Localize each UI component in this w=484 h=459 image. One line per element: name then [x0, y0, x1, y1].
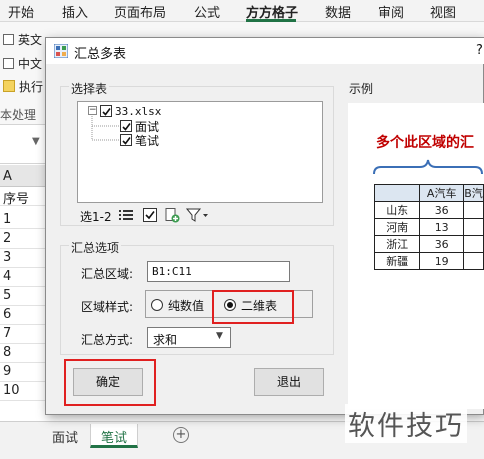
example-cell: 13: [419, 218, 464, 236]
checkbox-sheet-written[interactable]: [120, 134, 132, 146]
example-table: A汽车 B汽 山东 36 河南 13 浙江 36 新疆 19: [373, 184, 484, 270]
tree-sheet-written[interactable]: 笔试: [135, 132, 159, 149]
example-cell: [463, 201, 484, 219]
checkbox-file[interactable]: [100, 105, 112, 117]
radio-plain-values[interactable]: [151, 299, 163, 311]
spreadsheet-grid: A 序号 1 2 3 4 5 6 7 8 9 10: [0, 165, 46, 420]
example-cell: 19: [419, 252, 464, 270]
row-divider: [0, 286, 46, 287]
highlight-2d-table: [212, 290, 294, 324]
example-cell: 36: [419, 235, 464, 253]
grid-cell[interactable]: 9: [3, 364, 11, 379]
grid-cell[interactable]: 8: [3, 345, 11, 360]
filter-icon[interactable]: [186, 207, 210, 223]
method-select[interactable]: 求和 ▼: [147, 327, 231, 348]
exit-button[interactable]: 退出: [254, 368, 324, 396]
row-divider: [0, 362, 46, 363]
tab-view[interactable]: 视图: [430, 2, 456, 21]
ribbon-execute-button[interactable]: 执行: [3, 78, 43, 95]
watermark: 软件技巧: [345, 404, 467, 443]
dialog-titlebar: 汇总多表 ?: [46, 38, 484, 64]
grid-cell[interactable]: 6: [3, 307, 11, 322]
tab-data[interactable]: 数据: [325, 2, 351, 21]
highlight-ok-button: [64, 359, 156, 406]
checkbox-icon: [3, 58, 14, 69]
example-header-cell: B汽: [463, 184, 484, 202]
grid-cell[interactable]: 3: [3, 250, 11, 265]
chevron-down-icon: ▼: [216, 331, 223, 341]
tree-file-name[interactable]: 33.xlsx: [115, 105, 161, 118]
brace-icon: [373, 159, 483, 175]
ribbon-english-option[interactable]: 英文: [3, 31, 42, 48]
tab-review[interactable]: 审阅: [378, 2, 404, 21]
collapse-icon[interactable]: −: [88, 106, 97, 115]
row-divider: [0, 267, 46, 268]
example-cell: 河南: [373, 218, 421, 236]
checkbox-icon: [3, 34, 14, 45]
example-cell: 36: [419, 201, 464, 219]
add-sheet-icon[interactable]: +: [173, 427, 189, 443]
tab-insert[interactable]: 插入: [62, 2, 88, 21]
example-cell: 新疆: [373, 252, 421, 270]
sheet-tree[interactable]: − 33.xlsx 面试 笔试: [77, 101, 323, 203]
example-header-cell: A汽车: [419, 184, 464, 202]
example-cell: [463, 235, 484, 253]
selection-count: 选1-2: [80, 210, 112, 224]
example-header-cell: [373, 184, 421, 202]
row-divider: [0, 381, 46, 382]
ribbon-tab-bar: 开始 插入 页面布局 公式 方方格子 数据 审阅 视图: [0, 0, 484, 22]
checkbox-sheet-interview[interactable]: [120, 120, 132, 132]
example-cell: 浙江: [373, 235, 421, 253]
select-sheets-label: 选择表: [69, 80, 110, 97]
range-input[interactable]: B1:C11: [147, 261, 290, 282]
sheet-tab-interview[interactable]: 面试: [42, 424, 88, 448]
example-cell: 山东: [373, 201, 421, 219]
tab-page-layout[interactable]: 页面布局: [114, 2, 166, 21]
row-divider: [0, 228, 46, 229]
summary-options-label: 汇总选项: [69, 239, 122, 256]
range-label: 汇总区域:: [81, 267, 134, 281]
row-divider: [0, 205, 46, 206]
row-divider: [0, 248, 46, 249]
app-icon: [54, 44, 68, 58]
chevron-down-icon[interactable]: ▼: [32, 136, 40, 147]
tab-home[interactable]: 开始: [8, 2, 34, 21]
sheet-tab-written[interactable]: 笔试: [90, 424, 139, 448]
tab-formulas[interactable]: 公式: [194, 2, 220, 21]
example-cell: [463, 252, 484, 270]
select-all-icon[interactable]: [142, 207, 158, 223]
example-cell: [463, 218, 484, 236]
row-divider: [0, 400, 46, 401]
grid-cell[interactable]: 7: [3, 326, 11, 341]
style-label: 区域样式:: [81, 300, 134, 314]
ribbon-group-label: 本处理: [0, 108, 37, 122]
ribbon-chinese-option[interactable]: 中文: [3, 55, 42, 72]
row-divider: [0, 305, 46, 306]
grid-cell[interactable]: 4: [3, 269, 11, 284]
row-divider: [0, 343, 46, 344]
column-header-a[interactable]: A: [3, 169, 12, 184]
method-select-value: 求和: [153, 333, 178, 347]
grid-cell[interactable]: 10: [3, 383, 20, 398]
radio-plain-values-label[interactable]: 纯数值: [168, 297, 204, 314]
method-label: 汇总方式:: [81, 333, 134, 347]
example-label: 示例: [349, 82, 374, 96]
grid-cell[interactable]: 1: [3, 212, 11, 227]
grid-cell[interactable]: 2: [3, 231, 11, 246]
example-title: 多个此区域的汇: [376, 135, 474, 151]
execute-icon: [3, 80, 15, 92]
help-icon[interactable]: ?: [476, 43, 483, 58]
column-header: A: [0, 165, 46, 187]
add-file-icon[interactable]: [164, 207, 180, 223]
row-divider: [0, 324, 46, 325]
grid-cell[interactable]: 5: [3, 288, 11, 303]
dialog-title: 汇总多表: [74, 47, 127, 62]
list-icon[interactable]: [118, 207, 134, 223]
